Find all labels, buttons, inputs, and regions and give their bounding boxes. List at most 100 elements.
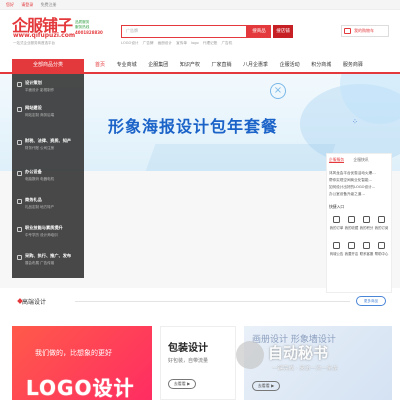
- category-item[interactable]: 采购、执行、推广、发布 展会布展 广告传媒: [12, 251, 84, 276]
- education-icon: [17, 227, 22, 232]
- quick-label: 我的订阅: [374, 226, 389, 230]
- category-sub: 财务代账 公司注册: [25, 146, 55, 150]
- site-tagline: 一站式企业服务商首选平台: [13, 41, 55, 45]
- nav-item[interactable]: 企服集团: [148, 59, 168, 72]
- category-sub: 展会布展 广告传媒: [25, 261, 55, 265]
- hot-term[interactable]: 宣传单: [176, 41, 187, 45]
- category-item[interactable]: 办公设备 电脑数码 电器电机: [12, 167, 84, 192]
- top-bar: 您好 请登录 免费注册: [0, 0, 400, 10]
- category-title: 职业技能与素质提升: [25, 225, 63, 230]
- nav-item[interactable]: 八月企惠季: [243, 59, 268, 72]
- watermark-subtext: 一键完成 · 来访一次一条龙: [272, 366, 338, 372]
- quick-orders[interactable]: 我的订单: [329, 214, 344, 238]
- quick-access-title: 快捷入口: [329, 204, 345, 209]
- finance-icon: [17, 140, 22, 145]
- main-nav: 首页 专业商城 企服集团 知识产权 厂家直销 八月企惠季 企服活动 积分商城 服…: [95, 59, 373, 72]
- category-title: 采购、执行、推广、发布: [25, 253, 72, 258]
- hot-term[interactable]: logo: [191, 41, 199, 45]
- site-url: www.qifupuzi.com: [13, 32, 76, 39]
- nav-item[interactable]: 专业商城: [117, 59, 137, 72]
- quick-open-shop[interactable]: 我要开店: [344, 240, 359, 264]
- hot-term[interactable]: LOGO设计: [121, 41, 139, 45]
- category-title: 设计策划: [25, 80, 42, 85]
- card-slogan: 我们做的，比想象的更好: [35, 349, 112, 357]
- website-icon: [17, 107, 22, 112]
- watermark-logo-icon: [236, 341, 264, 369]
- purchase-icon: [17, 255, 22, 260]
- nav-item[interactable]: 厂家直销: [211, 59, 231, 72]
- favorite-icon: [348, 216, 355, 223]
- nav-item[interactable]: 企服活动: [280, 59, 300, 72]
- category-sub: 平面设计 影视制作: [25, 88, 55, 92]
- shop-icon: [348, 242, 355, 249]
- category-item[interactable]: 职业技能与素质提升 中专学历 设计师培训: [12, 223, 84, 248]
- login-link[interactable]: 请登录: [21, 2, 33, 7]
- quick-help[interactable]: 帮助中心: [374, 240, 389, 264]
- loading-icon: ⁘: [352, 118, 358, 126]
- banner-title: 形象海报设计包年套餐: [108, 117, 279, 136]
- category-item[interactable]: 财税、法律、资质、知产 财务代账 公司注册: [12, 136, 84, 161]
- section-divider: [75, 301, 350, 302]
- news-item[interactable]: 沐风龙会平台优惠活动火爆…: [329, 170, 389, 177]
- subscribe-icon: [378, 216, 385, 223]
- view-button[interactable]: 去看看 ▶: [168, 379, 196, 389]
- quick-notice[interactable]: 商城公告: [329, 240, 344, 264]
- category-menu-header[interactable]: 全部商品分类: [12, 59, 84, 72]
- category-title: 商务礼品: [25, 197, 42, 202]
- news-item[interactable]: 帮你实现空间商业化智能…: [329, 177, 389, 184]
- search-product-button[interactable]: 搜商品: [247, 25, 271, 38]
- category-sub: 网站定制 商务后端: [25, 113, 55, 117]
- nav-item[interactable]: 服务商驿: [343, 59, 363, 72]
- quick-label: 我的收藏: [344, 226, 359, 230]
- watermark-text: 自动秘书: [268, 344, 329, 362]
- register-link[interactable]: 免费注册: [41, 2, 57, 7]
- category-title: 财税、法律、资质、知产: [25, 138, 72, 143]
- nav-home[interactable]: 首页: [95, 59, 105, 72]
- more-products-button[interactable]: 更多商品: [356, 296, 386, 306]
- help-icon: [378, 242, 385, 249]
- section-title: 高端设计: [22, 299, 47, 306]
- quick-points[interactable]: 我的积分: [359, 214, 374, 238]
- news-list: 沐风龙会平台优惠活动火爆… 帮你实现空间商业化智能… 如何设计出好的LOGO设计…: [329, 170, 389, 198]
- hot-term[interactable]: 广告牌: [143, 41, 154, 45]
- greeting: 您好: [6, 2, 14, 7]
- news-item[interactable]: 办公室设备升级之道…: [329, 191, 389, 198]
- category-item[interactable]: 网站建设 网站定制 商务后端: [12, 103, 84, 128]
- hot-term[interactable]: 代理记账: [203, 41, 217, 45]
- quick-label: 帮助中心: [374, 252, 389, 256]
- support-icon: [363, 242, 370, 249]
- service-badge: 品质服务 服务热线 4001828830: [75, 20, 105, 46]
- nav-item[interactable]: 知识产权: [180, 59, 200, 72]
- card-headline: LOGO设计: [26, 376, 135, 400]
- view-button[interactable]: 去看看 ▶: [252, 381, 280, 391]
- category-sub: 礼品定制 地方特产: [25, 205, 55, 209]
- hot-term[interactable]: 广告机: [221, 41, 232, 45]
- tab-service[interactable]: 企服服务: [329, 157, 345, 163]
- tab-news[interactable]: 企服快讯: [353, 157, 368, 162]
- card-subtitle: 好包装，自带流量: [168, 358, 209, 364]
- category-item[interactable]: 设计策划 平面设计 影视制作: [12, 78, 84, 103]
- quick-subscribe[interactable]: 我的订阅: [374, 214, 389, 238]
- category-title: 办公设备: [25, 169, 42, 174]
- search-shop-button[interactable]: 搜店铺: [273, 25, 293, 38]
- search-input[interactable]: 广告牌: [121, 25, 247, 38]
- quick-label: 我的积分: [359, 226, 374, 230]
- category-item[interactable]: 商务礼品 礼品定制 地方特产: [12, 195, 84, 220]
- hot-term[interactable]: 画册设计: [158, 41, 172, 45]
- news-item[interactable]: 如何设计出好的LOGO设计…: [329, 184, 389, 191]
- order-icon: [333, 216, 340, 223]
- category-list: 设计策划 平面设计 影视制作 网站建设 网站定制 商务后端 财税、法律、资质、知…: [12, 74, 84, 278]
- office-icon: [17, 171, 22, 176]
- quick-label: 商城公告: [329, 252, 344, 256]
- hotline-number: 4001828830: [75, 30, 103, 35]
- nav-item[interactable]: 积分商城: [311, 59, 331, 72]
- gift-icon: [17, 199, 22, 204]
- banner-close-icon[interactable]: ×: [270, 83, 286, 99]
- quick-favorites[interactable]: 我的收藏: [344, 214, 359, 238]
- quick-label: 联系客服: [359, 252, 374, 256]
- points-icon: [363, 216, 370, 223]
- quick-label: 我要开店: [344, 252, 359, 256]
- cart-icon: [344, 28, 351, 34]
- notice-icon: [333, 242, 340, 249]
- quick-support[interactable]: 联系客服: [359, 240, 374, 264]
